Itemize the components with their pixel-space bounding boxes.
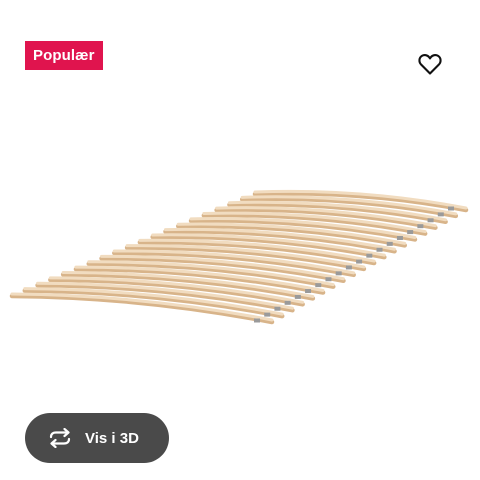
favorite-button[interactable] <box>412 49 448 83</box>
rotate-3d-icon <box>46 428 74 448</box>
heart-icon <box>418 53 442 80</box>
product-image <box>9 189 469 325</box>
view-in-3d-label: Vis i 3D <box>85 429 139 447</box>
product-card: Populær Vis i 3D <box>0 0 480 480</box>
view-in-3d-button[interactable]: Vis i 3D <box>25 413 169 463</box>
popular-badge: Populær <box>25 41 103 70</box>
